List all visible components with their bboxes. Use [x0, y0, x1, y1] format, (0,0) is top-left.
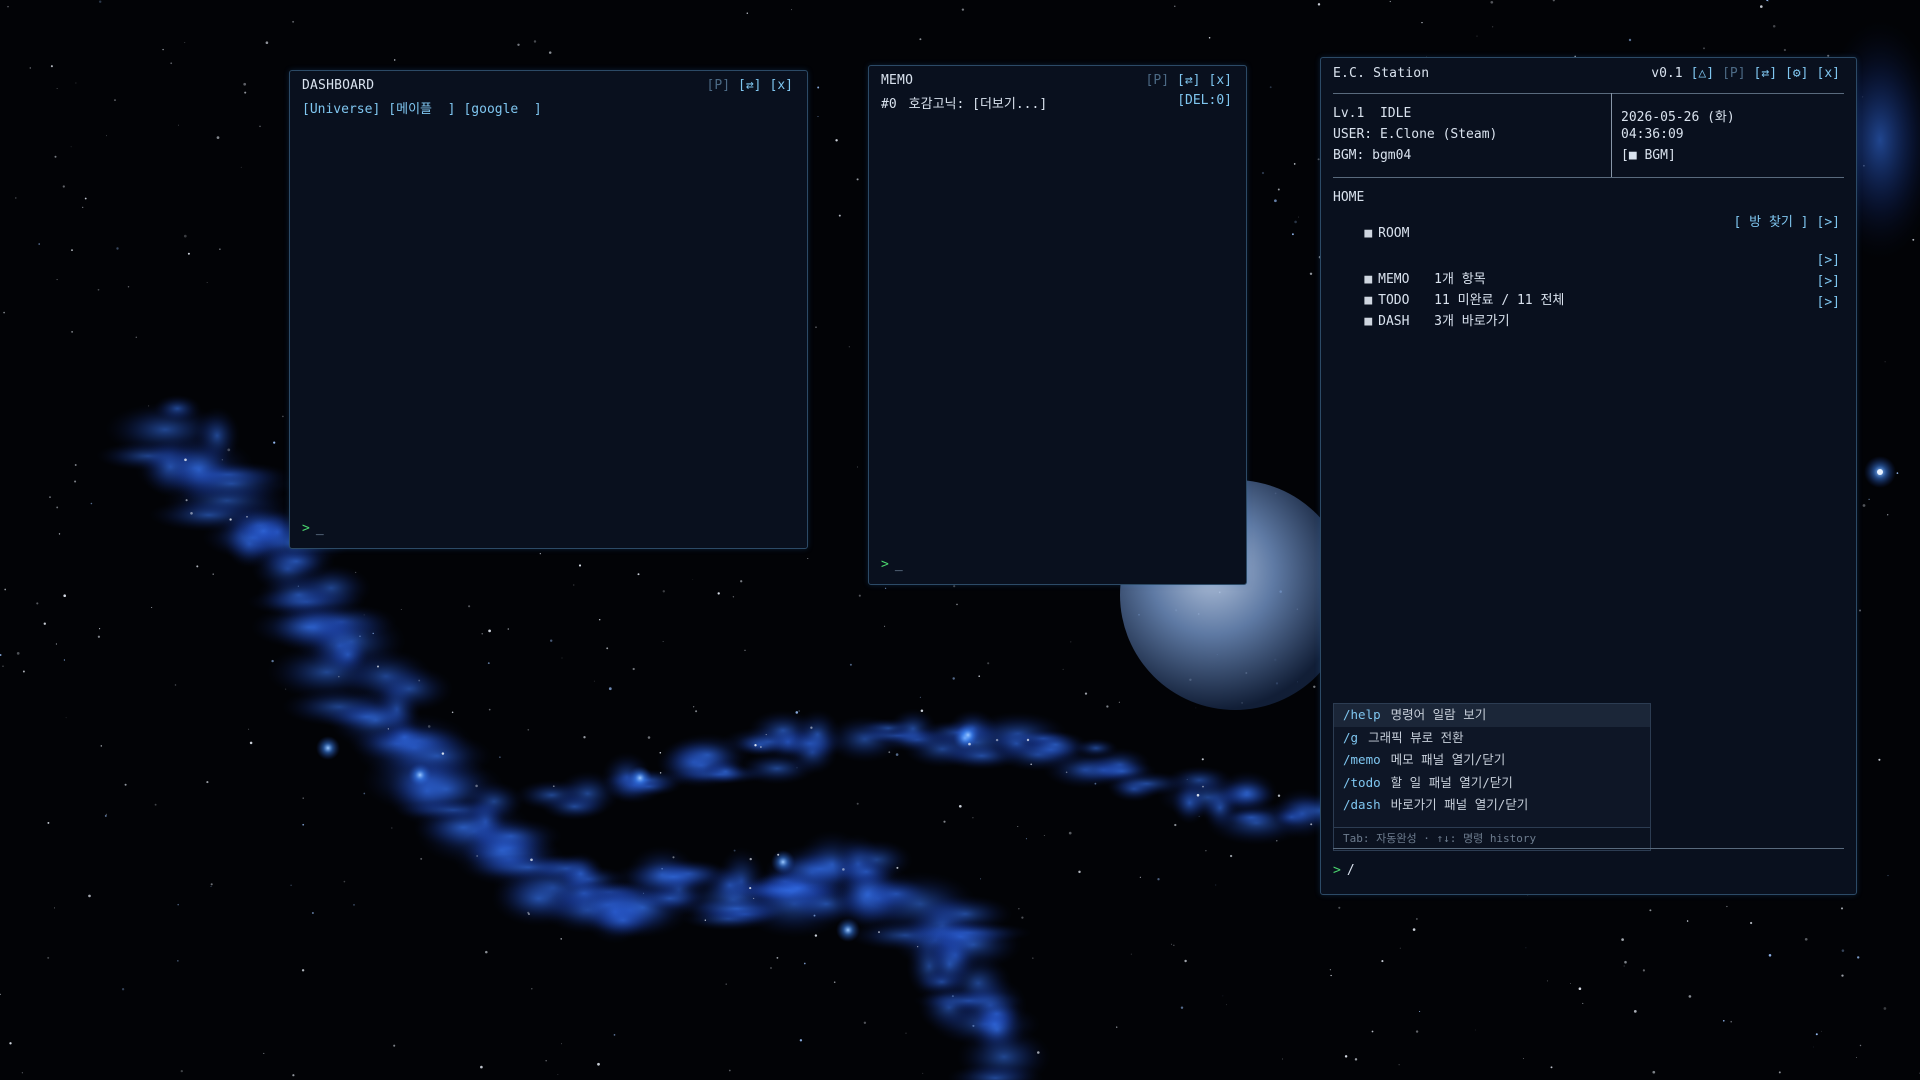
station-title: E.C. Station — [1333, 66, 1430, 81]
station-panel: E.C. Station v0.1 [△] [P] [⇄] [⚙] [x] Lv.1 ID… — [1320, 57, 1857, 895]
dashboard-title: DASHBOARD — [302, 78, 375, 93]
autocomplete-item[interactable]: /dash 바로가기 패널 열기/닫기 — [1334, 794, 1650, 817]
dashboard-pin-button[interactable]: [P] — [707, 78, 730, 93]
status-level: Lv.1 IDLE — [1333, 106, 1412, 121]
autocomplete-command: /memo — [1343, 752, 1381, 767]
shortcut-universe[interactable]: [Universe] — [302, 102, 380, 117]
memo-go-button[interactable]: [>] — [1817, 253, 1840, 268]
station-pin-button[interactable]: [P] — [1722, 66, 1745, 81]
autocomplete-item[interactable]: /memo 메모 패널 열기/닫기 — [1334, 749, 1650, 772]
autocomplete-description: 메모 패널 열기/닫기 — [1390, 752, 1506, 767]
dashboard-close-button[interactable]: [x] — [770, 78, 793, 93]
autocomplete-item[interactable]: /g 그래픽 뷰로 전환 — [1334, 727, 1650, 750]
row-value: 3개 바로가기 — [1434, 314, 1510, 329]
input-divider — [1333, 848, 1844, 849]
memo-pin-button[interactable]: [P] — [1146, 73, 1169, 88]
find-room-button[interactable]: [ 방 찾기 ] — [1734, 215, 1809, 230]
station-close-button[interactable]: [x] — [1817, 66, 1840, 81]
bullet-icon: ■ — [1364, 226, 1373, 241]
memo-window-controls: [P] [⇄] [x] — [1138, 73, 1232, 88]
dash-go-button[interactable]: [>] — [1817, 295, 1840, 310]
room-label: ROOM — [1378, 226, 1410, 241]
autocomplete-item[interactable]: /help 명령어 일람 보기 — [1334, 704, 1650, 727]
command-input-value: / — [1346, 863, 1355, 878]
autocomplete-description: 바로가기 패널 열기/닫기 — [1390, 797, 1529, 812]
memo-entry-index: #0 — [881, 97, 897, 112]
todo-go-button[interactable]: [>] — [1817, 274, 1840, 289]
station-command-input[interactable]: > / — [1333, 863, 1355, 878]
autocomplete-description: 명령어 일람 보기 — [1390, 707, 1487, 722]
memo-swap-button[interactable]: [⇄] — [1177, 73, 1200, 88]
status-top-divider — [1333, 93, 1844, 94]
dashboard-swap-button[interactable]: [⇄] — [738, 78, 761, 93]
autocomplete-hint: Tab: 자동완성 · ↑↓: 명령 history — [1334, 827, 1650, 850]
status-bgm: BGM: bgm04 — [1333, 148, 1412, 163]
row-label: DASH — [1378, 314, 1410, 329]
shortcut-maple[interactable]: [메이플 ] — [388, 102, 455, 117]
status-bottom-divider — [1333, 177, 1844, 178]
station-version: v0.1 — [1651, 66, 1683, 81]
memo-title: MEMO — [881, 73, 914, 88]
autocomplete-description: 그래픽 뷰로 전환 — [1368, 729, 1464, 745]
command-autocomplete: /help 명령어 일람 보기 /g 그래픽 뷰로 전환 /memo 메모 패널 열기… — [1333, 703, 1651, 851]
home-label: HOME — [1333, 190, 1365, 205]
room-go-button[interactable]: [>] — [1817, 215, 1840, 230]
station-window-controls: v0.1 [△] [P] [⇄] [⚙] [x] — [1651, 66, 1840, 81]
dashboard-shortcuts: [Universe] [메이플 ] [google ] — [302, 98, 550, 117]
list-item-dash[interactable]: ■ DASH 3개 바로가기 — [1333, 295, 1510, 344]
status-user: USER: E.Clone (Steam) — [1333, 127, 1498, 142]
prompt-symbol: > — [881, 557, 889, 572]
prompt-symbol: > — [1333, 863, 1341, 878]
station-swap-button[interactable]: [⇄] — [1754, 66, 1777, 81]
memo-command-prompt[interactable]: > _ — [881, 557, 903, 572]
autocomplete-command: /g — [1343, 729, 1359, 745]
dashboard-window-controls: [P] [⇄] [x] — [699, 78, 793, 93]
prompt-cursor: _ — [315, 521, 324, 536]
status-date: 2026-05-26 (화) — [1621, 110, 1735, 125]
status-time: 04:36:09 — [1621, 127, 1684, 142]
memo-entry-text: 호감고닉: [더보기...] — [908, 97, 1048, 112]
room-actions: [ 방 찾기 ] [>] — [1734, 211, 1841, 230]
station-settings-button[interactable]: [⚙] — [1785, 66, 1808, 81]
dashboard-panel: DASHBOARD [P] [⇄] [x] [Universe] [메이플 ] [goo… — [289, 70, 808, 549]
station-up-button[interactable]: [△] — [1691, 66, 1714, 81]
memo-close-button[interactable]: [x] — [1209, 73, 1232, 88]
autocomplete-item[interactable]: /todo 할 일 패널 열기/닫기 — [1334, 772, 1650, 795]
prompt-symbol: > — [302, 521, 310, 536]
memo-entry[interactable]: #0 호감고닉: [더보기...] — [881, 93, 1047, 112]
prompt-cursor: _ — [894, 557, 903, 572]
autocomplete-command: /help — [1343, 707, 1381, 722]
shortcut-google[interactable]: [google ] — [463, 102, 541, 117]
memo-panel: MEMO [P] [⇄] [x] #0 호감고닉: [더보기...] [DEL:0] … — [868, 65, 1247, 585]
room-row[interactable]: ■ ROOM — [1333, 211, 1409, 256]
status-column-divider — [1611, 93, 1612, 178]
autocomplete-description: 할 일 패널 열기/닫기 — [1390, 774, 1513, 790]
bullet-icon: ■ — [1364, 314, 1373, 329]
autocomplete-command: /todo — [1343, 774, 1381, 790]
autocomplete-command: /dash — [1343, 797, 1381, 812]
dashboard-command-prompt[interactable]: > _ — [302, 521, 324, 536]
bgm-toggle-button[interactable]: [■ BGM] — [1621, 148, 1676, 163]
memo-delete-button[interactable]: [DEL:0] — [1177, 93, 1232, 108]
